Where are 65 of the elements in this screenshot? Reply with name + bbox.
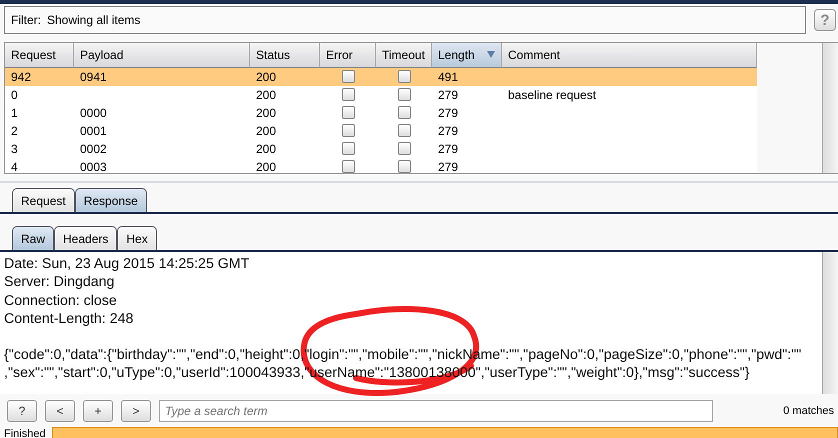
checkbox[interactable]	[342, 124, 354, 138]
tab[interactable]: Headers	[54, 226, 118, 250]
table-cell: 200	[250, 104, 320, 122]
table-cell: 4	[5, 158, 74, 173]
table-cell: 200	[250, 86, 320, 104]
tab[interactable]: Response	[74, 188, 147, 212]
checkbox[interactable]	[398, 70, 410, 84]
checkbox[interactable]	[398, 160, 410, 173]
search-nav-button[interactable]: <	[45, 400, 75, 422]
table-cell: 3	[5, 140, 74, 158]
table-cell: 0002	[74, 140, 250, 158]
table-cell: 0	[5, 86, 74, 104]
table-cell: 2	[5, 122, 74, 140]
table-cell: 200	[250, 68, 320, 86]
response-header-line: Server: Dingdang	[4, 273, 116, 292]
column-header[interactable]: Timeout	[376, 42, 432, 68]
table-cell: 200	[250, 158, 320, 173]
checkbox[interactable]	[398, 88, 410, 102]
checkbox[interactable]	[398, 142, 410, 156]
tab[interactable]: Raw	[12, 226, 54, 250]
table-cell: 279	[432, 158, 502, 173]
checkbox[interactable]	[342, 70, 354, 84]
search-nav-button[interactable]: >	[121, 400, 151, 422]
table-cell: 0941	[74, 68, 250, 86]
filter-bar[interactable]: Filter: Showing all items	[4, 6, 806, 34]
scrollbar[interactable]	[822, 42, 838, 173]
match-count: 0 matches	[783, 404, 834, 417]
filter-label: Filter:	[11, 13, 41, 28]
table-cell: 279	[432, 86, 502, 104]
status-text: Finished	[4, 427, 46, 438]
table-cell: 200	[250, 122, 320, 140]
tab[interactable]: Request	[12, 188, 75, 212]
table-cell: 200	[250, 140, 320, 158]
checkbox[interactable]	[398, 124, 410, 138]
filter-text: Showing all items	[47, 13, 140, 28]
table-cell: 279	[432, 122, 502, 140]
scrollbar[interactable]	[822, 252, 838, 394]
column-header[interactable]: Payload	[74, 42, 250, 68]
checkbox[interactable]	[342, 160, 354, 173]
column-header[interactable]: Status	[250, 42, 320, 68]
column-header[interactable]: Request	[5, 42, 74, 68]
checkbox[interactable]	[342, 88, 354, 102]
checkbox[interactable]	[342, 142, 354, 156]
table-cell: 279	[432, 140, 502, 158]
response-header-line: Date: Sun, 23 Aug 2015 14:25:25 GMT	[4, 255, 250, 274]
search-field[interactable]: Type a search term	[159, 400, 713, 422]
checkbox[interactable]	[398, 106, 410, 120]
column-header[interactable]: Length	[432, 42, 502, 68]
search-nav-button[interactable]: ?	[7, 400, 37, 422]
tab[interactable]: Hex	[117, 226, 157, 250]
search-nav-button[interactable]: +	[83, 400, 113, 422]
response-header-line: Content-Length: 248	[4, 310, 134, 328]
response-header-line: Connection: close	[4, 292, 118, 310]
table-cell: 942	[5, 68, 74, 86]
table-cell: 0001	[74, 122, 250, 140]
column-header[interactable]: Error	[320, 42, 376, 68]
table-cell: 491	[432, 68, 502, 86]
table-cell: 1	[5, 104, 74, 122]
table-cell: 0000	[74, 104, 250, 122]
sort-down-icon	[487, 51, 495, 58]
column-header[interactable]: Comment	[502, 42, 757, 68]
table-cell: baseline request	[502, 86, 757, 104]
table-cell: 0003	[74, 158, 250, 173]
table-cell: 279	[432, 104, 502, 122]
checkbox[interactable]	[342, 106, 354, 120]
